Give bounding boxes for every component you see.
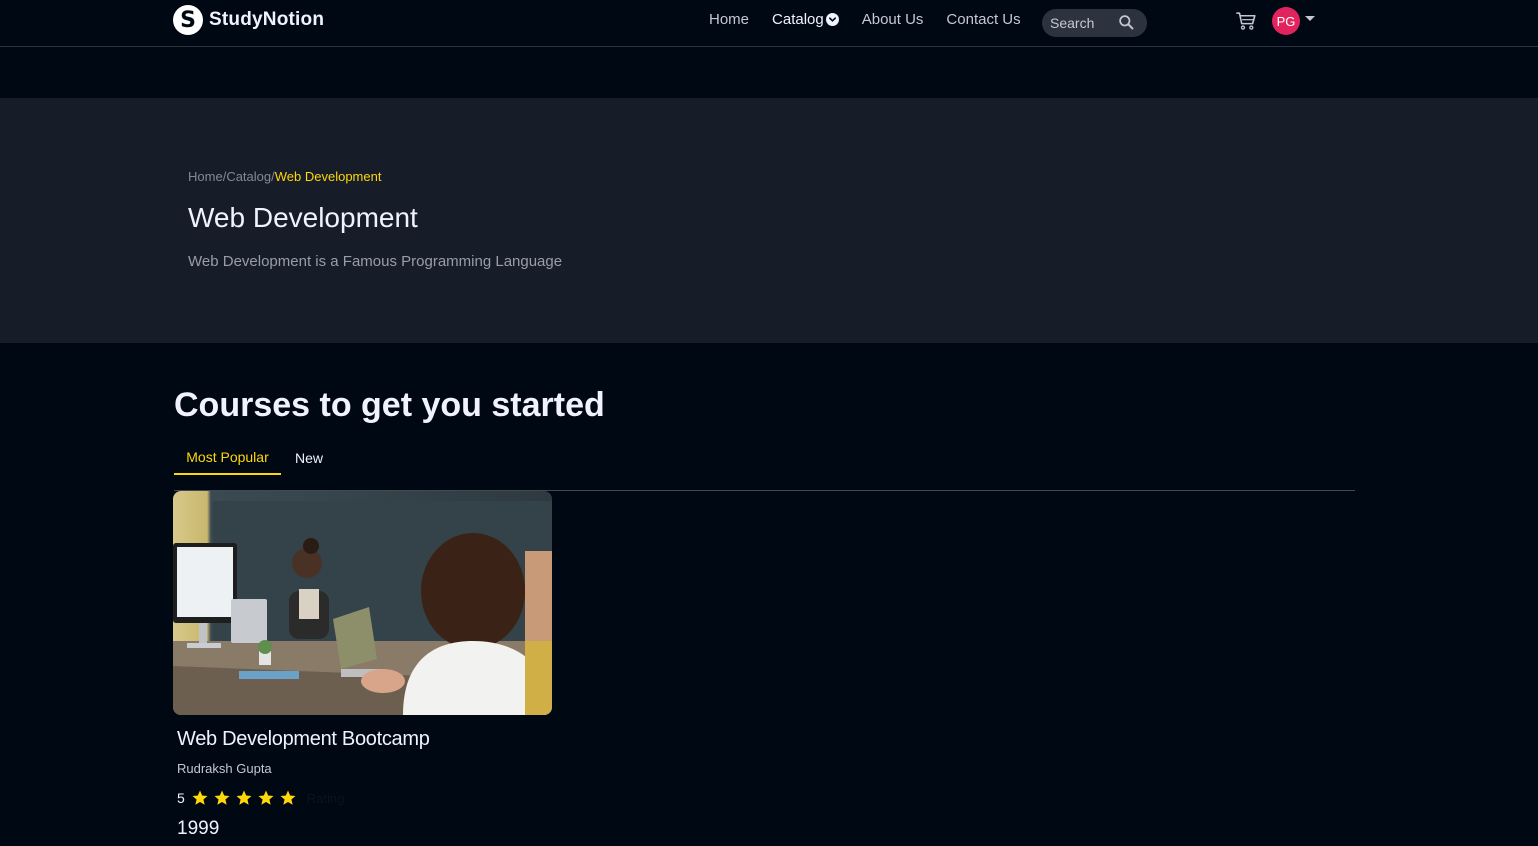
- search-input[interactable]: [1050, 15, 1116, 31]
- nav-catalog-label: Catalog: [772, 11, 824, 28]
- catalog-hero: Home / Catalog / Web Development Web Dev…: [0, 98, 1538, 343]
- course-rating: 5 Rating: [177, 789, 344, 807]
- rating-label: Rating: [306, 790, 345, 806]
- breadcrumb-current: Web Development: [274, 169, 382, 184]
- main-nav: Home Catalog About Us Contact Us: [709, 11, 1044, 28]
- breadcrumb-home[interactable]: Home: [188, 169, 223, 184]
- avatar[interactable]: PG: [1272, 7, 1300, 35]
- search-bar: [1042, 9, 1147, 37]
- nav-about-link[interactable]: About Us: [862, 11, 924, 28]
- chevron-down-icon: [825, 13, 839, 26]
- rating-value: 5: [177, 790, 185, 806]
- course-card[interactable]: Web Development Bootcamp Rudraksh Gupta …: [173, 491, 552, 841]
- course-instructor: Rudraksh Gupta: [177, 761, 272, 776]
- top-navbar: S StudyNotion Home Catalog About Us Cont…: [0, 0, 1538, 47]
- logo-icon: S: [173, 5, 203, 35]
- course-tabs: Most Popular New: [174, 440, 1355, 491]
- section-title: Courses to get you started: [174, 386, 605, 424]
- brand-logo[interactable]: S StudyNotion: [173, 5, 324, 35]
- course-thumbnail[interactable]: [173, 491, 552, 715]
- breadcrumb-catalog[interactable]: Catalog: [226, 169, 271, 184]
- caret-down-icon[interactable]: [1305, 16, 1315, 21]
- course-price: 1999: [177, 818, 220, 839]
- nav-catalog-dropdown[interactable]: Catalog: [772, 11, 839, 28]
- star-icon: [214, 790, 230, 805]
- brand-name: StudyNotion: [209, 9, 325, 30]
- tab-most-popular[interactable]: Most Popular: [174, 440, 281, 475]
- page-title: Web Development: [188, 202, 418, 233]
- cart-icon[interactable]: [1236, 11, 1257, 36]
- breadcrumb: Home / Catalog / Web Development: [188, 169, 381, 184]
- nav-contact-link[interactable]: Contact Us: [946, 11, 1020, 28]
- rating-stars: [191, 789, 297, 807]
- page-description: Web Development is a Famous Programming …: [188, 253, 563, 270]
- star-icon: [236, 790, 252, 805]
- star-icon: [192, 790, 208, 805]
- tab-new[interactable]: New: [281, 440, 337, 475]
- star-icon: [258, 790, 274, 805]
- course-title[interactable]: Web Development Bootcamp: [177, 728, 430, 751]
- nav-home-link[interactable]: Home: [709, 11, 749, 28]
- star-icon: [280, 790, 296, 805]
- search-icon[interactable]: [1118, 14, 1135, 36]
